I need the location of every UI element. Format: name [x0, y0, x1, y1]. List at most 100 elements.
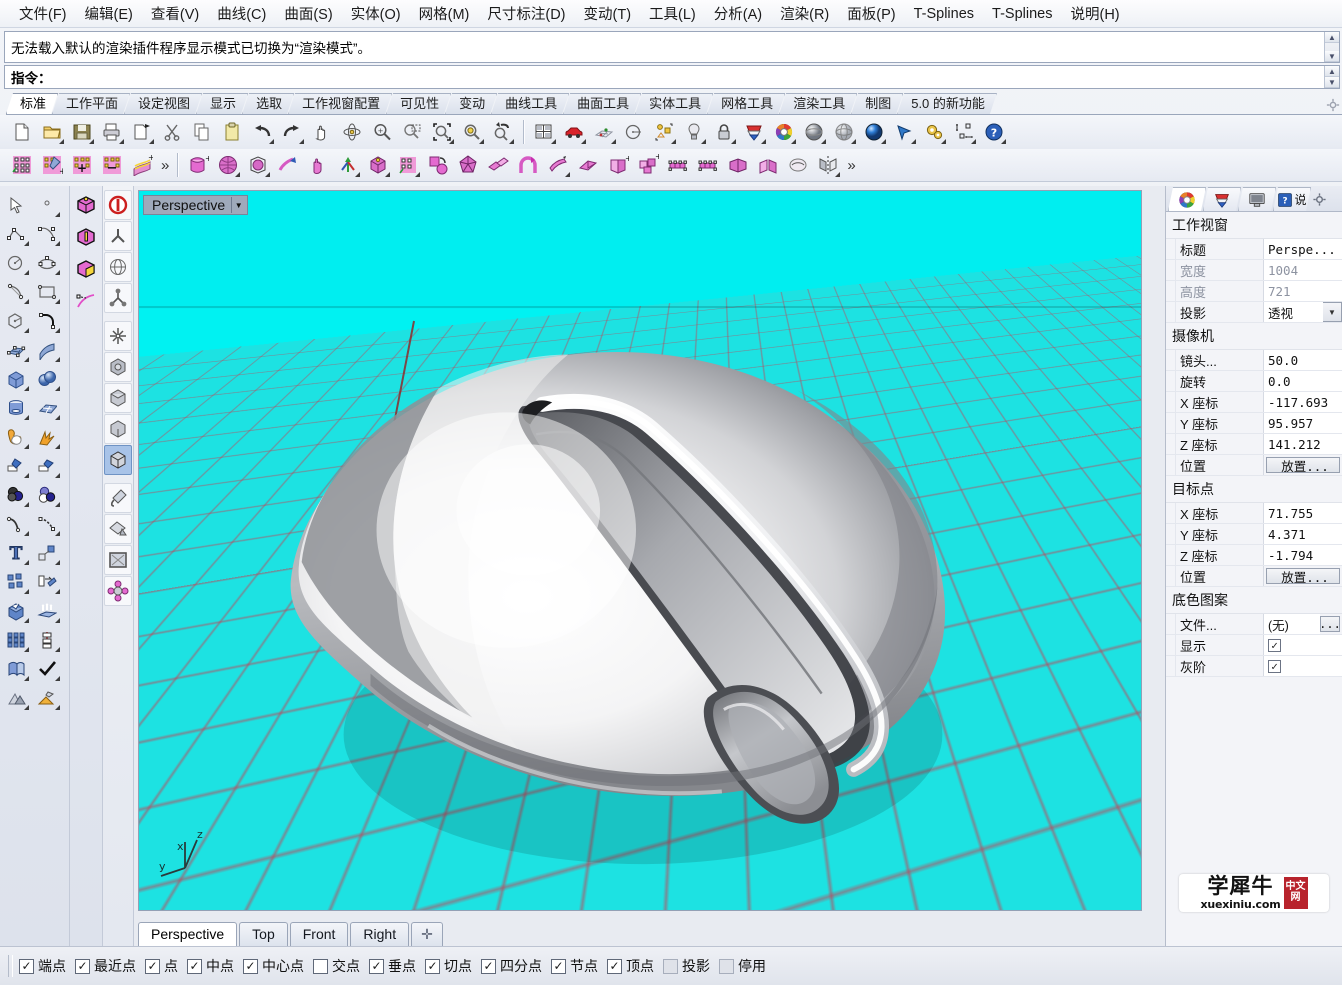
convert-to-nurbs-icon[interactable] — [424, 151, 452, 179]
menu-item-7[interactable]: 尺寸标注(D) — [478, 0, 574, 27]
menu-item-15[interactable]: 说明(H) — [1062, 0, 1129, 27]
osnap-toggle-10[interactable]: ✓ 顶点 — [607, 956, 654, 976]
copy-to-clipboard-icon[interactable] — [128, 118, 156, 146]
toolbar-tab-6[interactable]: 可见性 — [386, 93, 451, 114]
ghosted-sphere-icon[interactable] — [830, 118, 858, 146]
osnap-toggle-1[interactable]: ✓ 最近点 — [75, 956, 136, 976]
property-value[interactable]: 95.957 — [1264, 413, 1342, 433]
osnap-checkbox[interactable]: ✓ — [145, 958, 160, 974]
osnap-checkbox[interactable]: ✓ — [607, 958, 622, 974]
menu-item-10[interactable]: 分析(A) — [705, 0, 771, 27]
tspline-box-stripe-icon[interactable] — [71, 222, 101, 252]
surface-array-icon[interactable] — [31, 393, 62, 422]
shade-view-c-icon[interactable] — [104, 414, 132, 444]
viewport-title-bar[interactable]: Perspective ▼ — [143, 195, 249, 215]
chevron-down-icon[interactable]: ▼ — [231, 197, 245, 213]
shade-view-a-icon[interactable] — [104, 352, 132, 382]
command-input[interactable] — [51, 66, 1339, 88]
property-checkbox[interactable]: ✓ — [1268, 638, 1281, 652]
subdivide-icon[interactable]: + — [634, 151, 662, 179]
property-value[interactable]: 71.755 — [1264, 503, 1342, 523]
osnap-toggle-6[interactable]: ✓ 垂点 — [369, 956, 416, 976]
toolbar-tab-7[interactable]: 变动 — [445, 93, 497, 114]
viewport-tab-front[interactable]: Front — [289, 922, 349, 946]
osnap-checkbox[interactable]: ✓ — [425, 958, 440, 974]
help-tab[interactable]: ? 说 — [1273, 187, 1311, 211]
property-place-button[interactable]: 放置... — [1266, 457, 1340, 473]
zoom-extents-icon[interactable] — [428, 118, 456, 146]
toolbar-overflow-chevron-2[interactable]: » — [844, 157, 858, 174]
osnap-toggle-11[interactable]: 投影 — [663, 956, 710, 976]
tspline-box-pink-icon[interactable] — [71, 190, 101, 220]
toolbar-tab-3[interactable]: 显示 — [196, 93, 248, 114]
pour-paint-icon[interactable] — [104, 514, 132, 544]
command-prompt-area[interactable]: 指令： ▲ ▼ — [4, 65, 1340, 89]
gears-icon[interactable] — [920, 118, 948, 146]
zoom-window-icon[interactable] — [398, 118, 426, 146]
osnap-checkbox[interactable]: ✓ — [243, 958, 258, 974]
color-wheel-tab[interactable] — [1168, 187, 1206, 211]
redo-icon[interactable] — [278, 118, 306, 146]
rotate-view-icon[interactable] — [338, 118, 366, 146]
split-icon[interactable] — [31, 451, 62, 480]
property-value[interactable]: Perspe... — [1264, 239, 1342, 259]
property-value[interactable]: 透视 — [1264, 302, 1323, 322]
trim-icon[interactable] — [0, 451, 31, 480]
weld-icon[interactable] — [724, 151, 752, 179]
polygon-icon[interactable] — [0, 306, 31, 335]
toolbar-overflow-chevron[interactable]: » — [158, 157, 172, 174]
surface-from-points-icon[interactable] — [0, 335, 31, 364]
osnap-checkbox[interactable]: ✓ — [551, 958, 566, 974]
new-file-icon[interactable] — [8, 118, 36, 146]
osnap-toggle-9[interactable]: ✓ 节点 — [551, 956, 598, 976]
globe-wire-icon[interactable] — [104, 252, 132, 282]
add-point-icon[interactable]: + — [68, 151, 96, 179]
zoom-in-icon[interactable]: + — [368, 118, 396, 146]
fillet-curve-icon[interactable] — [31, 306, 62, 335]
arrow-cursor-icon[interactable] — [890, 118, 918, 146]
osnap-toggle-3[interactable]: ✓ 中点 — [187, 956, 234, 976]
cylinder-solid-icon[interactable] — [0, 393, 31, 422]
mirror-icon[interactable] — [814, 151, 842, 179]
property-value[interactable]: 0.0 — [1264, 371, 1342, 391]
menu-item-4[interactable]: 曲面(S) — [275, 0, 341, 27]
status-bar-drag-handle[interactable] — [8, 955, 13, 977]
open-folder-icon[interactable] — [38, 118, 66, 146]
property-value[interactable]: 1004 — [1264, 260, 1342, 280]
dimension-icon[interactable] — [950, 118, 978, 146]
toolbar-tab-9[interactable]: 曲面工具 — [563, 93, 641, 114]
loft-surface-icon[interactable] — [31, 335, 62, 364]
layers-tab[interactable] — [1203, 187, 1241, 211]
osnap-toggle-0[interactable]: ✓ 端点 — [19, 956, 66, 976]
panel-options-gear-icon[interactable] — [1308, 187, 1330, 211]
curve-interp-icon[interactable] — [31, 219, 62, 248]
osnap-checkbox[interactable]: ✓ — [75, 958, 90, 974]
tripod-icon[interactable] — [104, 221, 132, 251]
toolbar-tab-2[interactable]: 设定视图 — [124, 93, 202, 114]
rebuild-surface-icon[interactable]: + — [128, 151, 156, 179]
history-scrollbar[interactable]: ▲ ▼ — [1324, 32, 1339, 62]
boolean-union-icon[interactable] — [0, 422, 31, 451]
save-icon[interactable] — [68, 118, 96, 146]
property-checkbox[interactable]: ✓ — [1268, 659, 1281, 673]
add-viewport-tab-button[interactable]: ✛ — [411, 922, 443, 946]
arc-icon[interactable] — [0, 277, 31, 306]
extract-icon[interactable] — [784, 151, 812, 179]
boolean-difference-icon[interactable] — [0, 480, 31, 509]
sphere-solid-icon[interactable] — [31, 364, 62, 393]
menu-item-11[interactable]: 渲染(R) — [771, 0, 838, 27]
rectangular-array-icon[interactable] — [0, 625, 31, 654]
chevron-down-icon[interactable]: ▼ — [1323, 302, 1342, 322]
text-tool-icon[interactable]: T — [0, 538, 31, 567]
toolbar-tab-11[interactable]: 网格工具 — [707, 93, 785, 114]
cut-scissors-icon[interactable] — [158, 118, 186, 146]
osnap-checkbox[interactable]: ✓ — [369, 958, 384, 974]
tspline-box-icon[interactable] — [364, 151, 392, 179]
viewport-tab-perspective[interactable]: Perspective — [138, 922, 238, 946]
thicken-surface-icon[interactable] — [544, 151, 572, 179]
viewport-tab-right[interactable]: Right — [350, 922, 410, 946]
property-value[interactable]: 721 — [1264, 281, 1342, 301]
pan-hand-icon[interactable] — [308, 118, 336, 146]
browse-file-button[interactable]: ... — [1319, 616, 1341, 632]
osnap-toggle-4[interactable]: ✓ 中心点 — [243, 956, 304, 976]
